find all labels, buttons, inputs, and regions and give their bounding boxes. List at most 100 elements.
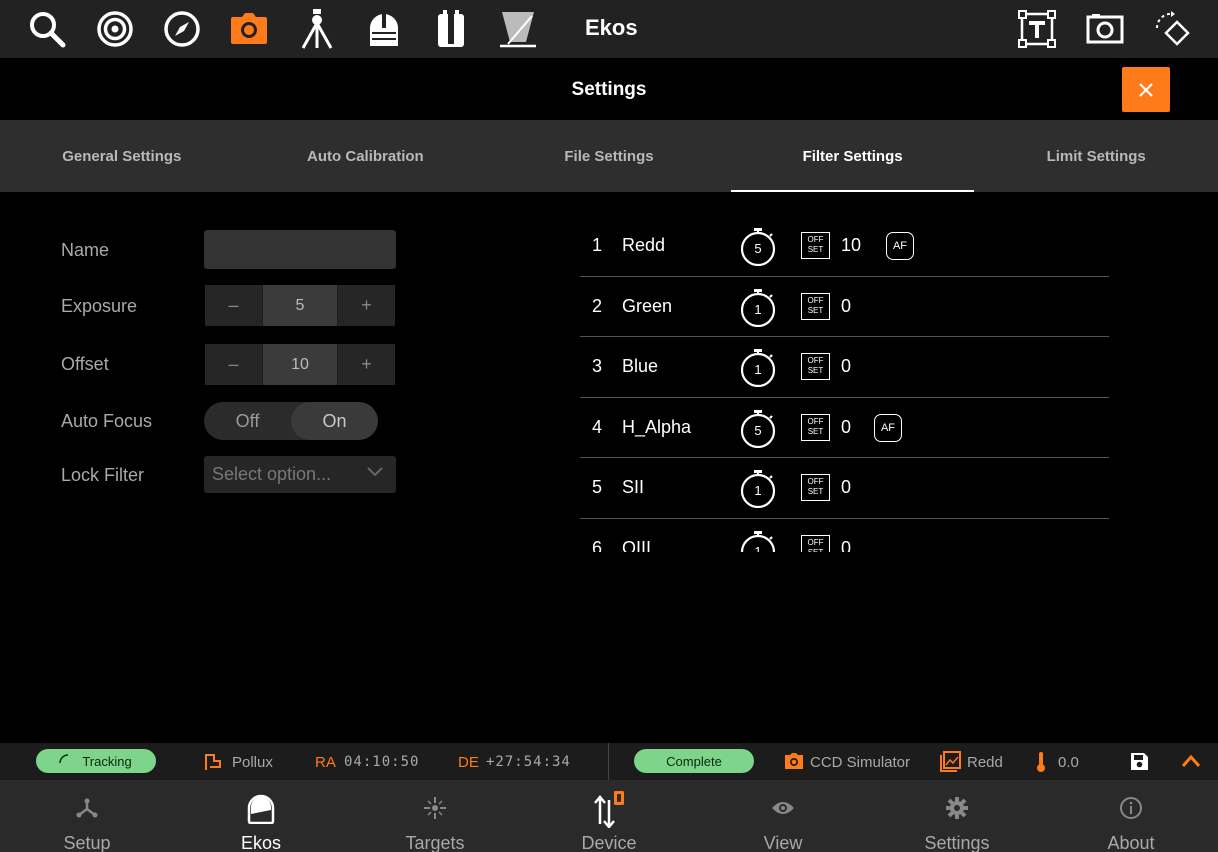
flat-icon[interactable]: [497, 8, 539, 50]
offset-badge-line2: SET: [807, 487, 824, 497]
app-title: Ekos: [585, 15, 638, 40]
save-icon[interactable]: [1130, 752, 1149, 771]
guide-icon[interactable]: [430, 8, 472, 50]
nav-targets[interactable]: Targets: [348, 780, 522, 852]
exposure-value[interactable]: 5: [262, 285, 338, 326]
capture-status-badge: Complete: [634, 749, 754, 773]
filter-name: Blue: [622, 356, 659, 377]
mount-icon[interactable]: [296, 8, 338, 50]
filter-row[interactable]: 5 SII 1 OFF SET 0: [580, 458, 1109, 519]
offset-label: Offset: [61, 354, 109, 374]
capture-frame-icon[interactable]: [1084, 8, 1126, 50]
filter-row[interactable]: 6 OIII 1 OFFSET 0: [580, 519, 1109, 552]
offset-decrement-button[interactable]: –: [205, 344, 262, 385]
tab-limit-settings[interactable]: Limit Settings: [974, 120, 1218, 192]
filter-offset: 0: [841, 295, 852, 316]
page-title: Settings: [571, 79, 647, 100]
offset-badge-line2: SET: [807, 366, 824, 376]
search-icon[interactable]: [26, 8, 68, 50]
rotate-icon[interactable]: [1151, 8, 1193, 50]
nav-setup[interactable]: Setup: [0, 780, 174, 852]
exposure-increment-button[interactable]: +: [338, 285, 395, 326]
exposure-decrement-button[interactable]: –: [205, 285, 262, 326]
nav-device-label: Device: [581, 833, 637, 852]
offset-badge-line1: OFF: [807, 356, 824, 366]
filter-row[interactable]: 2 Green 1 OFF SET 0: [580, 277, 1109, 338]
ra-label: RA: [315, 754, 336, 771]
stopwatch-icon: 5: [738, 226, 778, 267]
name-input[interactable]: [204, 230, 396, 269]
top-toolbar: Ekos: [0, 0, 1218, 58]
status-bar: Tracking Pollux RA 04:10:50 DE +27:54:34…: [0, 743, 1218, 780]
filter-exposure: 5: [754, 241, 762, 256]
close-button[interactable]: [1122, 67, 1170, 112]
filter-row[interactable]: 1 Redd 5 OFF SET 10 AF: [580, 216, 1109, 277]
settings-header: Settings: [0, 58, 1218, 120]
offset-badge-line2: SET: [807, 305, 824, 315]
filter-name: Redd: [622, 235, 666, 255]
filter-number: 1: [592, 235, 603, 255]
offset-badge-line1: OFF: [807, 416, 824, 426]
filter-offset: 0: [841, 356, 852, 377]
offset-badge-line1: OFF: [807, 295, 824, 305]
offset-value[interactable]: 10: [262, 344, 338, 385]
offset-increment-button[interactable]: +: [338, 344, 395, 385]
targets-icon: [424, 797, 446, 819]
tab-filter-settings[interactable]: Filter Settings: [730, 120, 975, 192]
filter-name: SII: [622, 477, 645, 498]
nav-view-label: View: [763, 833, 803, 852]
de-label: DE: [458, 754, 479, 771]
nav-settings[interactable]: Settings: [870, 780, 1044, 852]
bottom-nav: Setup Ekos Targets Device View Settings …: [0, 780, 1218, 852]
offset-badge-line1: OFF: [807, 235, 824, 244]
filter-offset: 10: [841, 235, 862, 255]
name-label: Name: [61, 240, 110, 260]
offset-badge-line2: SET: [807, 426, 824, 436]
thermometer-icon: [1037, 752, 1045, 772]
view-icon: [772, 802, 794, 814]
offset-badge-icon: OFFSET: [801, 413, 830, 441]
filter-image-icon: [940, 751, 961, 772]
filter-name: OIII: [622, 537, 652, 552]
nav-about-label: About: [1107, 833, 1155, 852]
autofocus-off-option[interactable]: Off: [204, 402, 291, 440]
nav-about[interactable]: About: [1044, 780, 1218, 852]
filter-name: Redd: [967, 754, 1003, 771]
tab-general-settings[interactable]: General Settings: [0, 120, 244, 192]
offset-badge-line1: OFF: [807, 477, 824, 487]
exposure-stepper: – 5 +: [205, 285, 395, 326]
nav-device[interactable]: Device: [522, 780, 696, 852]
stopwatch-icon: 1: [738, 347, 778, 388]
autofocus-label: Auto Focus: [61, 411, 153, 431]
ra-value: 04:10:50: [344, 754, 420, 770]
offset-stepper: – 10 +: [205, 344, 395, 385]
filter-number: 2: [592, 295, 603, 316]
camera-icon[interactable]: [228, 8, 270, 50]
nav-view[interactable]: View: [696, 780, 870, 852]
offset-badge-line1: OFF: [807, 537, 824, 547]
nav-targets-label: Targets: [405, 833, 465, 852]
filter-row[interactable]: 3 Blue 1 OFF SET 0: [580, 337, 1109, 398]
autofocus-badge: AF: [886, 232, 914, 260]
nav-settings-label: Settings: [924, 833, 990, 852]
filter-number: 6: [592, 537, 603, 552]
filter-name: Green: [622, 295, 673, 316]
compass-icon[interactable]: [161, 8, 203, 50]
dome-icon[interactable]: [363, 8, 405, 50]
filter-offset: 0: [841, 477, 852, 498]
filter-exposure: 5: [754, 422, 762, 438]
filter-number: 3: [592, 356, 603, 377]
offset-badge-icon: OFFSET: [801, 474, 830, 502]
tab-file-settings[interactable]: File Settings: [487, 120, 731, 192]
filter-row[interactable]: 4 H_Alpha 5 OFF SET 0 AF: [580, 398, 1109, 459]
autofocus-on-option[interactable]: On: [291, 402, 378, 440]
chevron-down-icon: [367, 467, 383, 477]
chevron-up-icon[interactable]: [1181, 754, 1201, 768]
lockfilter-select[interactable]: Select option...: [204, 456, 396, 493]
text-frame-icon[interactable]: [1016, 8, 1058, 50]
tab-auto-calibration[interactable]: Auto Calibration: [244, 120, 488, 192]
nav-ekos[interactable]: Ekos: [174, 780, 348, 852]
target-icon[interactable]: [94, 8, 136, 50]
lockfilter-placeholder: Select option...: [212, 464, 332, 484]
stopwatch-icon: 1: [738, 468, 778, 509]
